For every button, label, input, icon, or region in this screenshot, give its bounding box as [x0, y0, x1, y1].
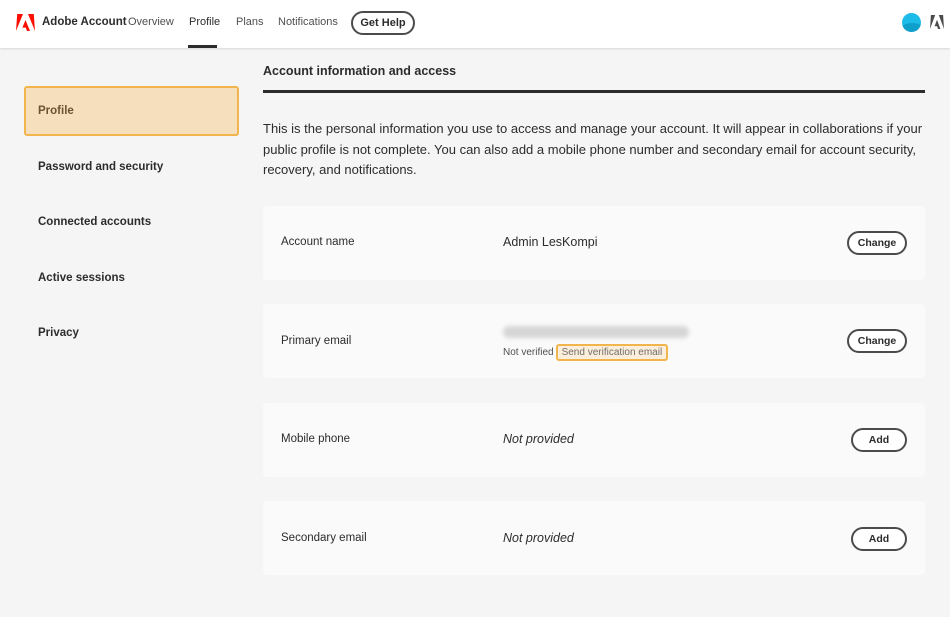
- sidebar-item-label: Connected accounts: [38, 216, 152, 228]
- nav-profile[interactable]: Profile: [189, 16, 220, 28]
- primary-email-value-blurred: [503, 326, 689, 338]
- secondary-email-value: Not provided: [503, 531, 574, 545]
- sidebar-item-privacy[interactable]: Privacy: [24, 308, 239, 358]
- mobile-phone-value: Not provided: [503, 432, 574, 446]
- nav-overview[interactable]: Overview: [128, 16, 174, 28]
- top-navigation-bar: Adobe Account Overview Profile Plans Not…: [0, 0, 950, 48]
- nav-notifications[interactable]: Notifications: [278, 16, 338, 28]
- sidebar-item-label: Privacy: [38, 327, 79, 339]
- sidebar-item-profile[interactable]: Profile: [24, 86, 239, 136]
- mobile-phone-card: Mobile phone Not provided Add: [263, 403, 925, 477]
- account-name-label: Account name: [281, 236, 355, 248]
- sidebar-item-connected-accounts[interactable]: Connected accounts: [24, 197, 239, 247]
- verification-status-row: Not verified Send verification email: [503, 344, 669, 361]
- section-divider: [263, 90, 925, 93]
- not-verified-status: Not verified: [503, 347, 554, 358]
- intro-text: This is the personal information you use…: [263, 121, 923, 178]
- active-tab-indicator: [188, 45, 217, 48]
- add-mobile-phone-button[interactable]: Add: [851, 428, 907, 452]
- secondary-email-card: Secondary email Not provided Add: [263, 501, 925, 575]
- secondary-email-label: Secondary email: [281, 532, 367, 544]
- change-primary-email-button[interactable]: Change: [847, 329, 907, 353]
- add-secondary-email-button[interactable]: Add: [851, 527, 907, 551]
- primary-email-card: Primary email Not verified Send verifica…: [263, 304, 925, 378]
- send-verification-email-link[interactable]: Send verification email: [555, 344, 669, 361]
- sidebar-item-label: Profile: [38, 105, 74, 117]
- sidebar-item-label: Password and security: [38, 161, 164, 173]
- account-name-value: Admin LesKompi: [503, 235, 598, 249]
- avatar[interactable]: [902, 13, 921, 32]
- section-title: Account information and access: [263, 64, 457, 78]
- get-help-button[interactable]: Get Help: [351, 11, 415, 35]
- sidebar-item-active-sessions[interactable]: Active sessions: [24, 253, 239, 303]
- sidebar-item-password-security[interactable]: Password and security: [24, 142, 239, 192]
- primary-email-label: Primary email: [281, 335, 352, 347]
- mobile-phone-label: Mobile phone: [281, 433, 351, 445]
- brand-title[interactable]: Adobe Account: [42, 16, 127, 28]
- nav-plans[interactable]: Plans: [236, 16, 264, 28]
- adobe-logo-icon[interactable]: [16, 14, 35, 31]
- adobe-apps-icon[interactable]: [930, 15, 944, 29]
- account-name-card: Account name Admin LesKompi Change: [263, 206, 925, 280]
- change-account-name-button[interactable]: Change: [847, 231, 907, 255]
- sidebar-item-label: Active sessions: [38, 272, 125, 284]
